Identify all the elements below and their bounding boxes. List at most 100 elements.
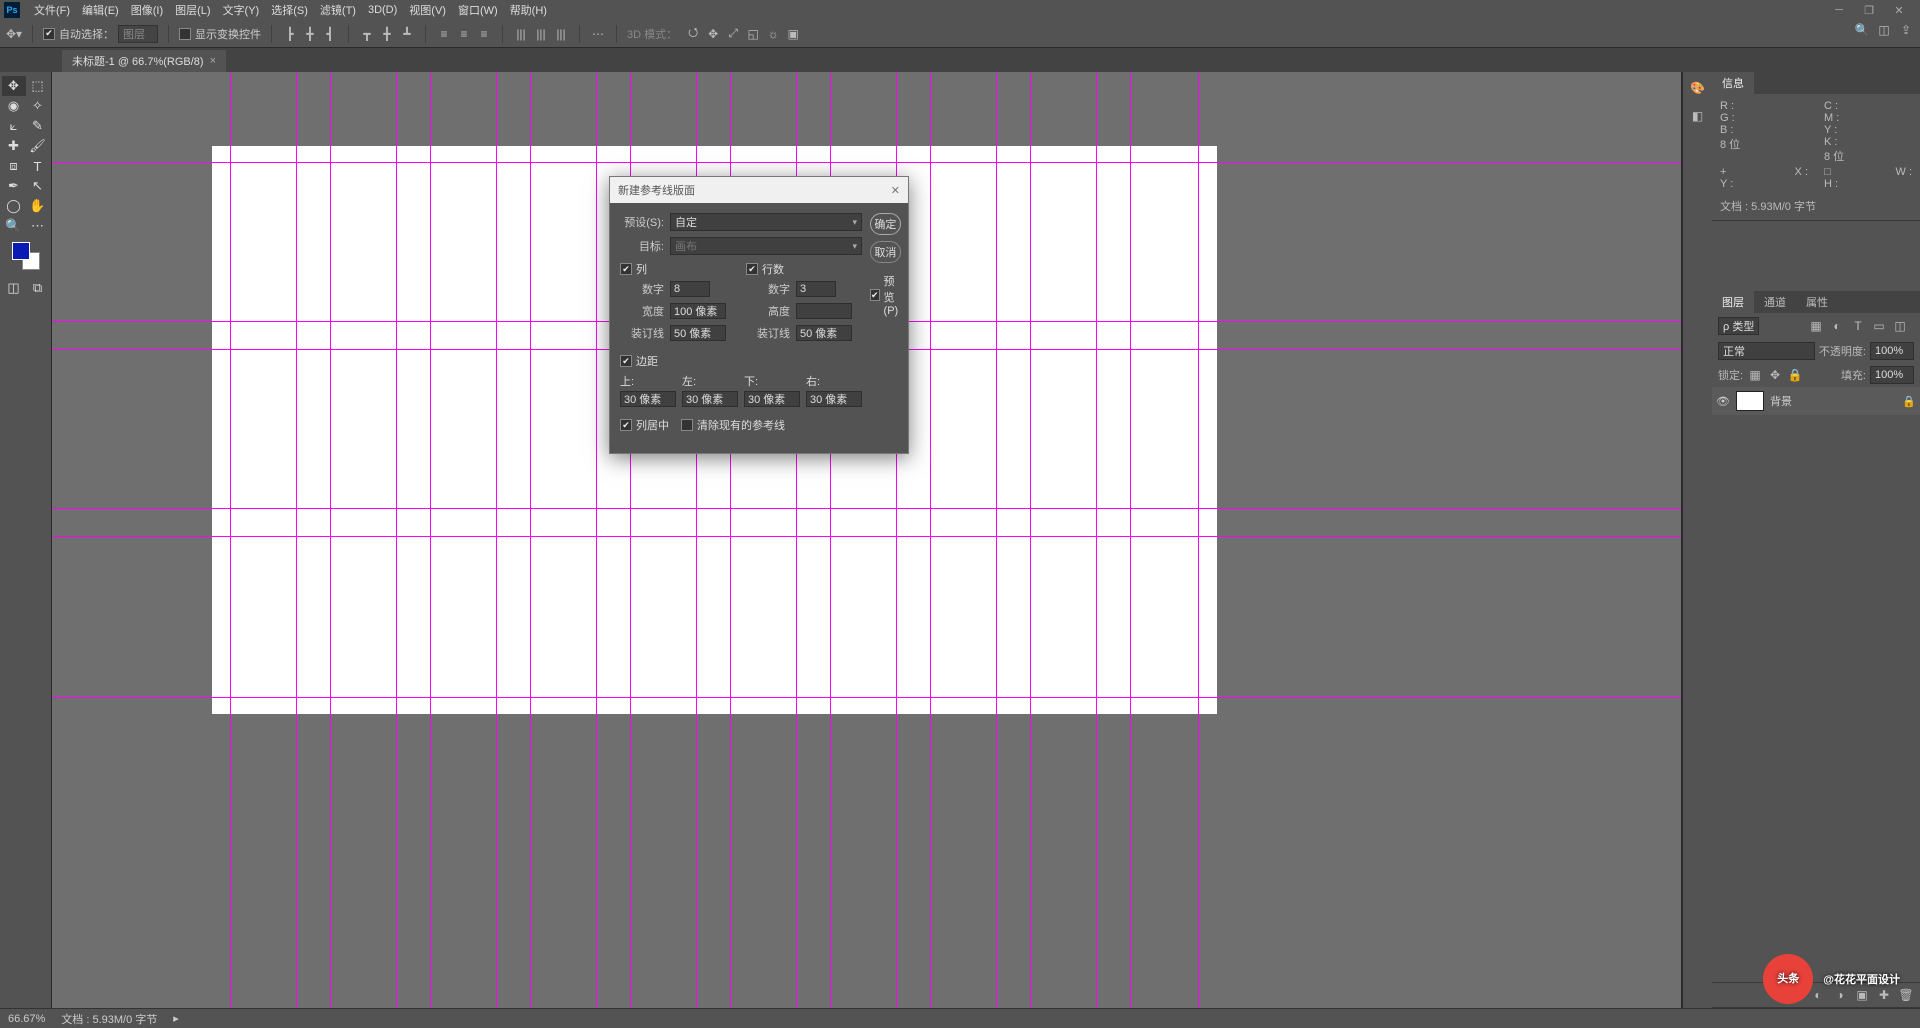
3d-light-icon[interactable]: ☼ xyxy=(765,26,781,42)
screenmode-icon[interactable]: ⧉ xyxy=(26,278,50,298)
3d-pan-icon[interactable]: ✥ xyxy=(705,26,721,42)
align-bottom-icon[interactable]: ┻ xyxy=(399,26,415,42)
wand-tool[interactable]: ✧ xyxy=(26,96,50,116)
visibility-icon[interactable]: 👁 xyxy=(1716,395,1730,408)
quickmask-icon[interactable]: ◫ xyxy=(2,278,26,298)
lock-all-icon[interactable]: 🔒 xyxy=(1787,367,1803,383)
cancel-button[interactable]: 取消 xyxy=(870,241,901,263)
menu-filter[interactable]: 滤镜(T) xyxy=(314,0,362,20)
center-checkbox[interactable] xyxy=(620,419,632,431)
workspace-icon[interactable]: ◫ xyxy=(1876,22,1892,38)
heal-tool[interactable]: ✚ xyxy=(2,136,26,156)
show-transform-checkbox[interactable] xyxy=(179,28,191,40)
col-gutter-input[interactable]: 50 像素 xyxy=(670,325,726,341)
margin-right-input[interactable]: 30 像素 xyxy=(806,391,862,407)
filter-smart-icon[interactable]: ◫ xyxy=(1892,318,1908,334)
row-gutter-input[interactable]: 50 像素 xyxy=(796,325,852,341)
3d-camera-icon[interactable]: ▣ xyxy=(785,26,801,42)
dialog-titlebar[interactable]: 新建参考线版面 ✕ xyxy=(610,177,908,203)
zoom-tool[interactable]: 🔍 xyxy=(2,216,26,236)
align-hcenter-icon[interactable]: ╋ xyxy=(302,26,318,42)
color-panel-icon[interactable]: 🎨 xyxy=(1690,80,1706,96)
clear-checkbox[interactable] xyxy=(681,419,693,431)
distribute-2-icon[interactable]: ≡ xyxy=(456,26,472,42)
window-close-icon[interactable]: ✕ xyxy=(1888,3,1910,17)
lock-pixels-icon[interactable]: ▦ xyxy=(1747,367,1763,383)
filter-type-icon[interactable]: T xyxy=(1850,318,1866,334)
menu-select[interactable]: 选择(S) xyxy=(265,0,314,20)
menu-window[interactable]: 窗口(W) xyxy=(452,0,504,20)
row-height-input[interactable] xyxy=(796,303,852,319)
menu-help[interactable]: 帮助(H) xyxy=(504,0,553,20)
lock-position-icon[interactable]: ✥ xyxy=(1767,367,1783,383)
distribute-5-icon[interactable]: ||| xyxy=(533,26,549,42)
menu-edit[interactable]: 编辑(E) xyxy=(76,0,125,20)
layer-thumbnail[interactable] xyxy=(1736,391,1764,411)
rows-checkbox[interactable] xyxy=(746,263,758,275)
preview-checkbox[interactable] xyxy=(870,289,880,301)
auto-select-checkbox[interactable] xyxy=(43,28,55,40)
align-left-icon[interactable]: ┣ xyxy=(282,26,298,42)
fill-input[interactable]: 100% xyxy=(1870,366,1914,384)
margin-top-input[interactable]: 30 像素 xyxy=(620,391,676,407)
col-width-input[interactable]: 100 像素 xyxy=(670,303,726,319)
preset-dropdown[interactable]: 自定▾ xyxy=(670,213,862,231)
menu-view[interactable]: 视图(V) xyxy=(403,0,452,20)
distribute-3-icon[interactable]: ≡ xyxy=(476,26,492,42)
menu-layer[interactable]: 图层(L) xyxy=(169,0,216,20)
auto-select-dropdown[interactable]: 图层 xyxy=(118,25,158,43)
canvas-area[interactable]: 新建参考线版面 ✕ 预设(S): 自定▾ 目标: 画布▾ 列 xyxy=(52,72,1681,1008)
stamp-tool[interactable]: ⧈ xyxy=(2,156,26,176)
margin-bottom-input[interactable]: 30 像素 xyxy=(744,391,800,407)
status-docsize[interactable]: 文档 : 5.93M/0 字节 xyxy=(61,1011,157,1027)
document-tab[interactable]: 未标题-1 @ 66.7%(RGB/8) × xyxy=(62,50,226,72)
search-icon[interactable]: 🔍 xyxy=(1854,22,1870,38)
align-top-icon[interactable]: ┳ xyxy=(359,26,375,42)
margins-checkbox[interactable] xyxy=(620,355,632,367)
filter-image-icon[interactable]: ▦ xyxy=(1808,318,1824,334)
crop-tool[interactable]: ⟀ xyxy=(2,116,26,136)
align-right-icon[interactable]: ┫ xyxy=(322,26,338,42)
distribute-4-icon[interactable]: ||| xyxy=(513,26,529,42)
menu-3d[interactable]: 3D(D) xyxy=(362,2,403,18)
columns-checkbox[interactable] xyxy=(620,263,632,275)
properties-tab[interactable]: 属性 xyxy=(1796,291,1838,313)
close-tab-icon[interactable]: × xyxy=(210,55,216,67)
3d-scale-icon[interactable]: ◱ xyxy=(745,26,761,42)
distribute-1-icon[interactable]: ≡ xyxy=(436,26,452,42)
type-tool[interactable]: T xyxy=(26,156,50,176)
row-count-input[interactable]: 3 xyxy=(796,281,836,297)
opacity-input[interactable]: 100% xyxy=(1870,342,1914,360)
channels-tab[interactable]: 通道 xyxy=(1754,291,1796,313)
shape-tool[interactable]: ◯ xyxy=(2,196,26,216)
brush-tool[interactable]: 🖌 xyxy=(26,136,50,156)
distribute-6-icon[interactable]: ||| xyxy=(553,26,569,42)
3d-zoom-icon[interactable]: ⤢ xyxy=(725,26,741,42)
3d-orbit-icon[interactable]: ⭯ xyxy=(685,26,701,42)
layer-filter-dropdown[interactable]: ρ 类型 xyxy=(1718,317,1759,335)
info-tab[interactable]: 信息 xyxy=(1712,72,1754,94)
delete-layer-icon[interactable]: 🗑 xyxy=(1898,987,1914,1003)
path-tool[interactable]: ↖ xyxy=(26,176,50,196)
dialog-close-icon[interactable]: ✕ xyxy=(891,184,900,197)
overflow-icon[interactable]: ⋯ xyxy=(590,26,606,42)
margin-left-input[interactable]: 30 像素 xyxy=(682,391,738,407)
menu-file[interactable]: 文件(F) xyxy=(28,0,76,20)
zoom-level[interactable]: 66.67% xyxy=(8,1013,45,1025)
lasso-tool[interactable]: ◉ xyxy=(2,96,26,116)
more-tool[interactable]: ⋯ xyxy=(26,216,50,236)
blend-mode-dropdown[interactable]: 正常 xyxy=(1718,342,1815,360)
share-icon[interactable]: ⇪ xyxy=(1898,22,1914,38)
menu-image[interactable]: 图像(I) xyxy=(125,0,169,20)
eyedropper-tool[interactable]: ✎ xyxy=(26,116,50,136)
align-vcenter-icon[interactable]: ╋ xyxy=(379,26,395,42)
window-maximize-icon[interactable]: ❐ xyxy=(1858,3,1880,17)
move-tool-icon[interactable]: ✥▾ xyxy=(6,26,22,42)
marquee-tool[interactable]: ⬚ xyxy=(26,76,50,96)
foreground-swatch[interactable] xyxy=(12,242,30,260)
adjust-panel-icon[interactable]: ◧ xyxy=(1690,108,1706,124)
move-tool[interactable]: ✥ xyxy=(2,76,26,96)
layer-row-background[interactable]: 👁 背景 🔒 xyxy=(1712,387,1920,415)
layers-tab[interactable]: 图层 xyxy=(1712,291,1754,313)
hand-tool[interactable]: ✋ xyxy=(26,196,50,216)
